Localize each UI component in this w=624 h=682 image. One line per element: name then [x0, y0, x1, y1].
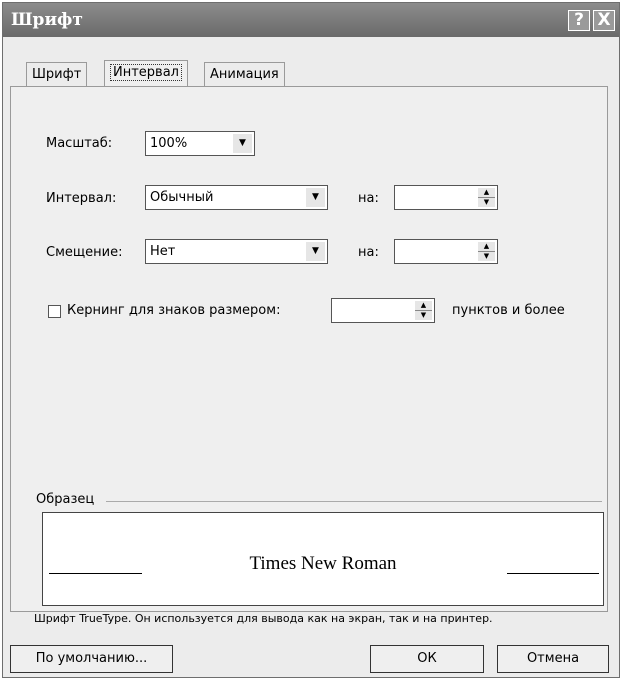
title-bar[interactable]: Шрифт ? X — [3, 3, 619, 37]
window-title: Шрифт — [11, 10, 83, 30]
position-value: Нет — [150, 244, 176, 259]
preview-legend: Образец — [36, 492, 95, 507]
spin-arrows[interactable]: ▲ ▼ — [415, 301, 432, 320]
preview-note: Шрифт TrueType. Он используется для выво… — [34, 612, 493, 625]
scale-label: Масштаб: — [46, 136, 113, 151]
scale-select[interactable]: 100% ▼ — [145, 131, 255, 156]
spacing-by-spinner[interactable]: ▲ ▼ — [394, 185, 498, 210]
preview-sample-text: Times New Roman — [249, 553, 397, 574]
tab-animation[interactable]: Анимация — [204, 62, 285, 86]
tab-spacing[interactable]: Интервал — [104, 60, 188, 87]
chevron-down-icon[interactable]: ▼ — [233, 134, 252, 153]
spin-down-icon[interactable]: ▼ — [478, 252, 495, 261]
help-button[interactable]: ? — [568, 10, 590, 31]
spacing-select[interactable]: Обычный ▼ — [145, 185, 328, 210]
preview-box: Times New Roman — [42, 512, 604, 606]
spin-down-icon[interactable]: ▼ — [478, 198, 495, 207]
spin-up-icon[interactable]: ▲ — [478, 242, 495, 252]
kerning-suffix: пунктов и более — [452, 303, 565, 318]
default-button[interactable]: По умолчанию... — [10, 645, 173, 673]
chevron-down-icon[interactable]: ▼ — [306, 242, 325, 261]
preview-group-line — [106, 501, 602, 502]
spacing-label: Интервал: — [46, 191, 117, 206]
tab-font[interactable]: Шрифт — [26, 62, 88, 86]
ok-button[interactable]: ОК — [370, 645, 484, 673]
spacing-value: Обычный — [150, 190, 214, 205]
close-icon: X — [597, 10, 611, 30]
position-select[interactable]: Нет ▼ — [145, 239, 328, 264]
chevron-down-icon[interactable]: ▼ — [306, 188, 325, 207]
spin-arrows[interactable]: ▲ ▼ — [478, 188, 495, 207]
spin-down-icon[interactable]: ▼ — [415, 311, 432, 320]
kerning-checkbox[interactable] — [48, 305, 61, 318]
tab-animation-label: Анимация — [210, 67, 279, 82]
close-button[interactable]: X — [593, 10, 615, 31]
position-by-spinner[interactable]: ▲ ▼ — [394, 239, 498, 264]
spin-up-icon[interactable]: ▲ — [415, 301, 432, 311]
scale-value: 100% — [150, 136, 188, 151]
tab-font-label: Шрифт — [32, 67, 82, 82]
spin-up-icon[interactable]: ▲ — [478, 188, 495, 198]
position-label: Смещение: — [46, 245, 123, 260]
spacing-by-label: на: — [358, 191, 379, 206]
help-icon: ? — [574, 10, 584, 30]
cancel-button[interactable]: Отмена — [497, 645, 609, 673]
tab-spacing-label: Интервал — [110, 64, 182, 81]
kerning-spinner[interactable]: ▲ ▼ — [331, 298, 435, 323]
kerning-label: Кернинг для знаков размером: — [67, 303, 281, 318]
spin-arrows[interactable]: ▲ ▼ — [478, 242, 495, 261]
position-by-label: на: — [358, 245, 379, 260]
baseline-rule-right — [507, 573, 599, 574]
